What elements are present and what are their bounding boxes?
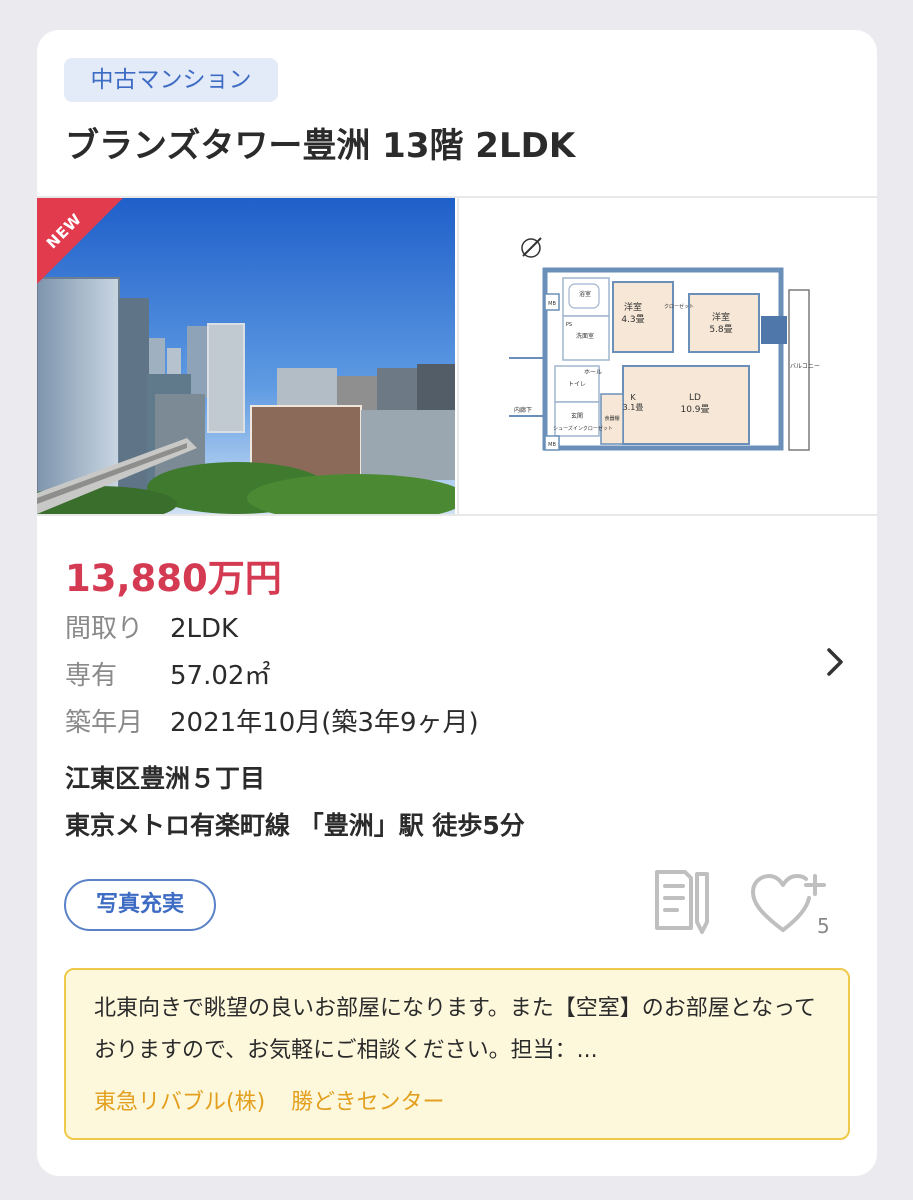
room-label-western-b: 洋室	[712, 311, 730, 323]
balcony-label: バルコニー	[790, 363, 820, 370]
room-label-entrance: 玄関	[571, 412, 583, 420]
agent-company: 東急リバブル(株)	[94, 1090, 266, 1115]
spec-label: 築年月	[65, 708, 144, 738]
category-tag: 中古マンション	[64, 58, 278, 102]
room-label-shoe-closet: シューズインクローゼット	[553, 425, 613, 432]
favorite-count: 5	[817, 914, 830, 938]
agent-branch: 勝どきセンター	[291, 1090, 445, 1115]
agent-name[interactable]: 東急リバブル(株) 勝どきセンター	[94, 1084, 445, 1116]
listing-address: 江東区豊洲５丁目	[65, 764, 266, 793]
spec-value: 2021年10月(築3年9ヶ月)	[170, 708, 479, 738]
room-label-bath: 浴室	[579, 290, 591, 298]
spec-label: 間取り	[65, 614, 144, 644]
floor-plan-image[interactable]: 洋室 4.3畳 洋室 5.8畳 LD 10.9畳 K 3.1畳 浴室 洗面室 ト…	[457, 198, 877, 514]
corridor-label: 内廊下	[514, 406, 532, 414]
photo-gallery[interactable]: NEW 洋室 4.3畳 洋室 5.8畳 LD 10.9畳 K 3.1畳 浴室 洗…	[37, 196, 877, 516]
spec-label: 専有	[65, 661, 118, 691]
room-label-washroom: 洗面室	[576, 332, 594, 340]
agent-comment-box[interactable]: 北東向きで眺望の良いお部屋になります。また【空室】のお部屋となっておりますので、…	[64, 968, 850, 1140]
room-label-western-a: 洋室	[624, 301, 642, 313]
listing-title[interactable]: ブランズタワー豊洲 13階 2LDK	[65, 118, 575, 167]
mb-label: MB	[548, 301, 556, 307]
room-label-kitchen: K	[630, 393, 636, 402]
feature-badge: 写真充実	[64, 879, 216, 931]
room-size-ld: 10.9畳	[680, 404, 709, 415]
spec-value: 57.02㎡	[170, 661, 271, 691]
listing-price: 13,880万円	[65, 557, 282, 600]
room-label-ld: LD	[689, 393, 701, 403]
listing-card[interactable]: 中古マンション ブランズタワー豊洲 13階 2LDK NEW 洋室 4.3畳 洋…	[37, 30, 877, 1176]
spec-layout: 間取り 2LDK	[65, 608, 238, 645]
ps-label: PS	[566, 322, 572, 328]
room-size-kitchen: 3.1畳	[623, 403, 644, 412]
room-label-closet: クローゼット	[664, 303, 694, 310]
memo-icon[interactable]	[649, 866, 711, 936]
room-label-hall: ホール	[584, 369, 602, 376]
room-size-western-a: 4.3畳	[621, 314, 644, 325]
room-label-pantry: 食器棚	[604, 415, 619, 422]
room-label-toilet: トイレ	[568, 381, 586, 388]
listing-access: 東京メトロ有楽町線 「豊洲」駅 徒歩5分	[65, 811, 525, 840]
room-size-western-b: 5.8畳	[709, 324, 732, 335]
spec-area: 専有 57.02㎡	[65, 655, 270, 692]
spec-built: 築年月 2021年10月(築3年9ヶ月)	[65, 702, 479, 739]
spec-value: 2LDK	[170, 614, 239, 644]
agent-comment-text: 北東向きで眺望の良いお部屋になります。また【空室】のお部屋となっておりますので、…	[94, 996, 817, 1063]
chevron-right-icon[interactable]	[823, 646, 847, 678]
mb-label-lower: MB	[548, 442, 556, 448]
